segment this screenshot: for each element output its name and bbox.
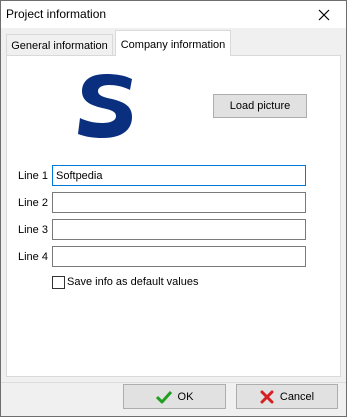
checkmark-icon bbox=[155, 390, 172, 403]
close-icon bbox=[318, 9, 330, 20]
close-button[interactable] bbox=[302, 1, 346, 28]
softpedia-logo-icon bbox=[78, 74, 132, 138]
line-2-field[interactable] bbox=[52, 192, 306, 213]
project-information-dialog: Project information General information … bbox=[0, 0, 347, 417]
cancel-button[interactable]: Cancel bbox=[236, 384, 338, 409]
tab-label: Company information bbox=[120, 39, 226, 51]
load-picture-label: Load picture bbox=[229, 100, 291, 112]
line-1-label: Line 1 bbox=[18, 170, 48, 182]
tab-company-information[interactable]: Company information bbox=[115, 30, 231, 56]
load-picture-button[interactable]: Load picture bbox=[213, 94, 307, 118]
line-3-field[interactable] bbox=[52, 219, 306, 240]
line-4-field[interactable] bbox=[52, 246, 306, 267]
footer-divider bbox=[1, 382, 346, 383]
line-1-field[interactable] bbox=[52, 165, 306, 186]
cancel-x-icon bbox=[260, 390, 274, 403]
company-logo bbox=[76, 71, 138, 141]
tab-general-information[interactable]: General information bbox=[6, 34, 113, 55]
line-2-label: Line 2 bbox=[18, 197, 48, 209]
title-bar: Project information bbox=[1, 1, 346, 28]
line-3-label: Line 3 bbox=[18, 224, 48, 236]
window-title: Project information bbox=[6, 7, 107, 21]
cancel-label: Cancel bbox=[279, 390, 315, 403]
line-4-label: Line 4 bbox=[18, 251, 48, 263]
company-information-panel: Load picture Line 1 Line 2 Line 3 Line 4… bbox=[6, 55, 341, 377]
ok-label: OK bbox=[177, 390, 194, 403]
save-default-label[interactable]: Save info as default values bbox=[67, 276, 198, 288]
tab-label: General information bbox=[11, 40, 108, 52]
save-default-checkbox[interactable] bbox=[52, 276, 65, 289]
ok-button[interactable]: OK bbox=[123, 384, 226, 409]
